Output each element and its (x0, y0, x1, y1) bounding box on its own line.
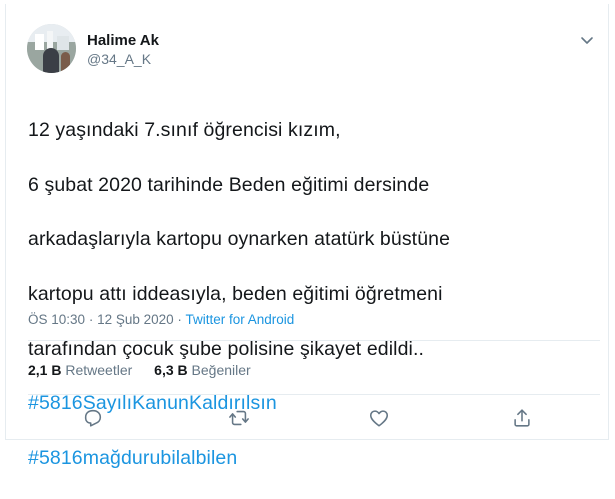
avatar[interactable] (27, 24, 76, 73)
tweet-card: Halime Ak @34_A_K 12 yaşındaki 7.sınıf ö… (5, 4, 610, 469)
avatar-building (57, 36, 69, 50)
avatar-figure (61, 52, 70, 73)
like-icon[interactable] (368, 407, 390, 429)
tweet-line: kartopu attı iddeasıyla, beden eğitimi ö… (28, 283, 443, 306)
avatar-building (35, 34, 44, 50)
tweet-stats: 2,1 B Retweetler 6,3 B Beğeniler (28, 362, 269, 378)
avatar-figure (43, 48, 59, 73)
author-name[interactable]: Halime Ak (87, 32, 159, 49)
retweets-label: Retweetler (65, 362, 133, 378)
tweet-line: 12 yaşındaki 7.sınıf öğrencisi kızım, (28, 119, 341, 142)
tweet-source[interactable]: Twitter for Android (185, 312, 294, 327)
author-handle[interactable]: @34_A_K (87, 51, 151, 67)
retweets-stat[interactable]: 2,1 B Retweetler (28, 362, 136, 378)
meta-separator: · (88, 312, 94, 327)
tweet-text: 12 yaşındaki 7.sınıf öğrencisi kızım, 6 … (28, 90, 598, 499)
hashtag-link[interactable]: #5816mağdurubilalbilen (28, 445, 598, 472)
likes-stat[interactable]: 6,3 B Beğeniler (154, 362, 251, 378)
tweet-line: arkadaşlarıyla kartopu oynarken atatürk … (28, 228, 451, 251)
chevron-down-icon[interactable] (579, 32, 595, 48)
tweet-line: 6 şubat 2020 tarihinde Beden eğitimi der… (28, 173, 430, 196)
tweet-time[interactable]: ÖS 10:30 (28, 312, 85, 327)
likes-label: Beğeniler (191, 362, 251, 378)
retweets-count: 2,1 B (28, 362, 62, 378)
retweet-icon[interactable] (228, 407, 250, 429)
likes-count: 6,3 B (154, 362, 188, 378)
tweet-date[interactable]: 12 Şub 2020 (97, 312, 174, 327)
divider (28, 340, 600, 341)
share-icon[interactable] (511, 407, 533, 429)
divider (28, 394, 600, 395)
reply-icon[interactable] (82, 407, 104, 429)
tweet-actions (6, 407, 610, 431)
tweet-meta: ÖS 10:30 · 12 Şub 2020 · Twitter for And… (28, 312, 294, 327)
meta-separator: · (177, 312, 182, 327)
